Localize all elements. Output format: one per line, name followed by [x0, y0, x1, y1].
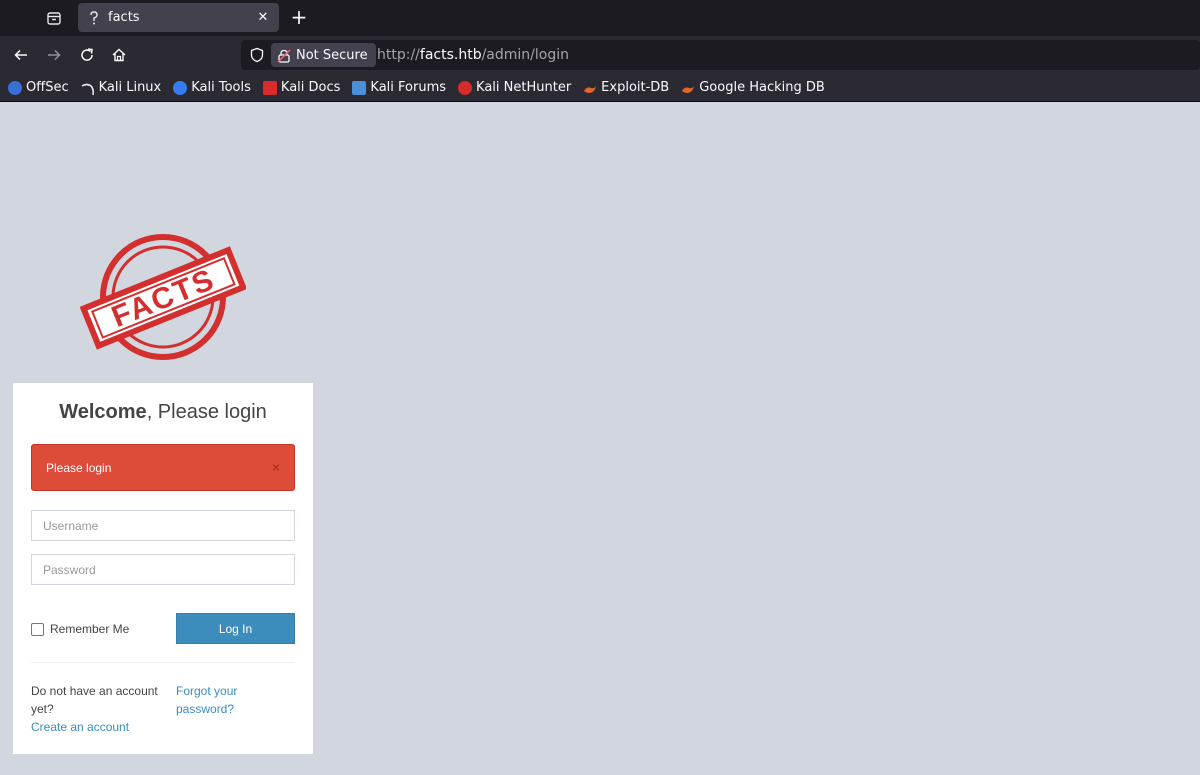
tab-list-icon[interactable] — [44, 8, 64, 28]
password-input[interactable] — [31, 554, 295, 585]
bookmark-label: Kali Docs — [280, 80, 341, 95]
new-tab-icon[interactable]: + — [289, 7, 309, 27]
bookmark-label: Exploit-DB — [601, 80, 670, 95]
bookmark-label: OffSec — [26, 80, 69, 95]
nethunter-icon — [458, 80, 473, 95]
forgot-password-link[interactable]: Forgot your password? — [176, 682, 296, 718]
bookmark-label: Kali Tools — [191, 80, 251, 95]
kali-tools-icon — [173, 80, 188, 95]
login-title-rest: , Please login — [146, 401, 267, 423]
no-account-text: Do not have an account yet? — [31, 684, 158, 716]
username-input[interactable] — [31, 510, 295, 541]
bookmark-label: Kali NetHunter — [476, 80, 572, 95]
alert-close-icon[interactable]: × — [272, 459, 280, 475]
register-section: Do not have an account yet? Create an ac… — [31, 682, 161, 736]
not-secure-indicator[interactable]: Not Secure — [271, 43, 376, 67]
tab-favicon-icon — [86, 10, 102, 26]
facts-logo: FACTS — [79, 232, 248, 362]
back-arrow-icon[interactable] — [11, 45, 31, 65]
url-scheme: http:// — [377, 47, 420, 63]
forgot-section: Forgot your password? — [176, 682, 296, 718]
login-box: Welcome, Please login Please login × Rem… — [13, 383, 313, 754]
insecure-lock-icon — [277, 48, 291, 63]
alert-message: Please login — [46, 461, 112, 475]
create-account-link[interactable]: Create an account — [31, 718, 161, 736]
bookmark-kali-nethunter[interactable]: Kali NetHunter — [458, 80, 571, 95]
url-bar[interactable]: Not Secure http://facts.htb/admin/login — [241, 40, 1200, 70]
bookmark-label: Kali Forums — [370, 80, 447, 95]
kali-forums-icon — [352, 80, 367, 95]
tab-bar: facts ✕ + — [0, 0, 1200, 36]
browser-tab[interactable]: facts ✕ — [78, 3, 279, 32]
bookmark-offsec[interactable]: OffSec — [8, 80, 69, 95]
bookmark-label: Google Hacking DB — [699, 80, 825, 95]
kali-docs-icon — [262, 80, 277, 95]
home-icon[interactable] — [109, 45, 129, 65]
tab-title: facts — [108, 10, 140, 25]
login-title-bold: Welcome — [59, 401, 147, 423]
remember-me[interactable]: Remember Me — [31, 622, 129, 636]
reload-icon[interactable] — [77, 45, 97, 65]
offsec-icon — [8, 80, 22, 95]
bookmarks-toolbar: OffSec Kali Linux Kali Tools Kali Docs K… — [0, 74, 1200, 102]
divider — [31, 662, 295, 663]
url-path: /admin/login — [481, 47, 569, 63]
bookmark-exploit-db[interactable]: Exploit-DB — [583, 80, 669, 95]
bookmark-kali-linux[interactable]: Kali Linux — [81, 80, 162, 95]
kali-dragon-icon — [81, 81, 95, 95]
bookmark-google-hacking-db[interactable]: Google Hacking DB — [681, 80, 825, 95]
ghdb-icon — [681, 81, 695, 95]
bookmark-label: Kali Linux — [98, 80, 162, 95]
bookmark-kali-tools[interactable]: Kali Tools — [173, 80, 251, 95]
error-alert: Please login × — [31, 444, 295, 491]
bookmark-kali-docs[interactable]: Kali Docs — [262, 80, 341, 95]
close-tab-icon[interactable]: ✕ — [255, 10, 271, 25]
bookmark-kali-forums[interactable]: Kali Forums — [352, 80, 446, 95]
url-text[interactable]: http://facts.htb/admin/login — [377, 47, 569, 63]
login-button[interactable]: Log In — [176, 613, 295, 644]
exploit-db-icon — [583, 81, 597, 95]
forward-arrow-icon[interactable] — [44, 45, 64, 65]
url-host: facts.htb — [419, 47, 482, 63]
remember-me-label: Remember Me — [50, 622, 130, 636]
not-secure-label: Not Secure — [296, 47, 368, 63]
remember-me-checkbox[interactable] — [31, 622, 44, 636]
login-title: Welcome, Please login — [13, 401, 313, 424]
tracking-protection-shield-icon[interactable] — [249, 47, 265, 63]
nav-bar: Not Secure http://facts.htb/admin/login — [0, 36, 1200, 74]
